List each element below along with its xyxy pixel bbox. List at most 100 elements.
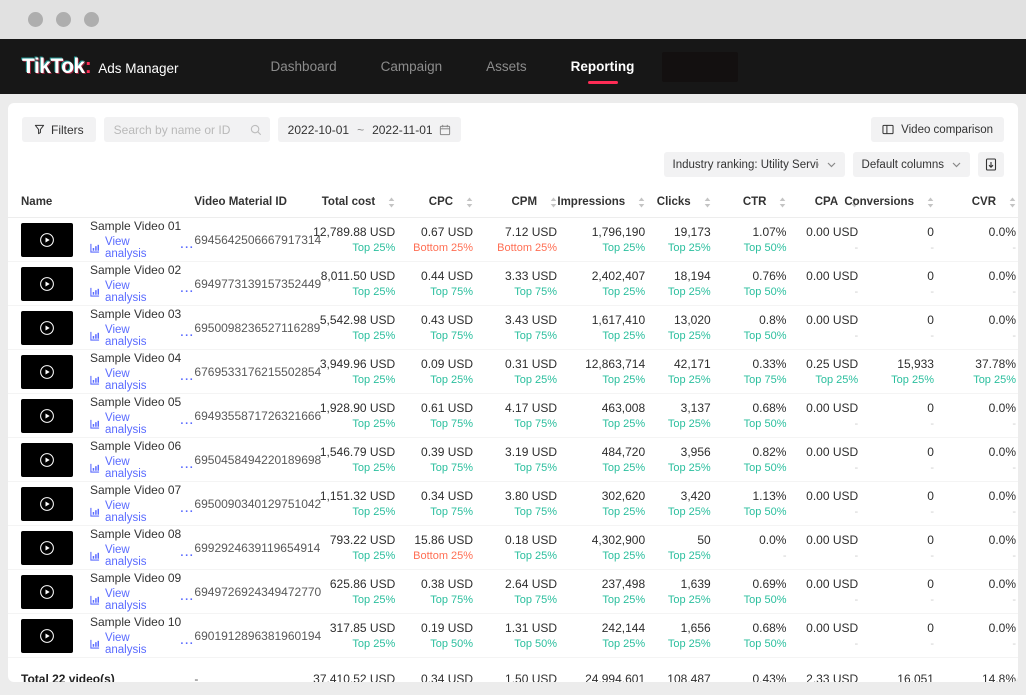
- metric-rank: Bottom 25%: [413, 242, 474, 254]
- metric-cell: 1.13% Top 50%: [712, 481, 789, 526]
- metric-rank: -: [854, 418, 859, 430]
- view-analysis-link[interactable]: View analysis: [105, 588, 169, 612]
- view-analysis-link[interactable]: View analysis: [105, 412, 169, 436]
- video-thumbnail[interactable]: [21, 398, 73, 433]
- view-analysis-link[interactable]: View analysis: [105, 368, 169, 392]
- column-header-cpc[interactable]: CPC: [397, 189, 476, 218]
- column-header-clicks[interactable]: Clicks: [647, 189, 713, 218]
- metric-cell: 0.39 USD Top 75%: [397, 437, 476, 482]
- view-analysis-link[interactable]: View analysis: [105, 280, 169, 304]
- video-thumbnail[interactable]: [21, 530, 73, 565]
- tiktok-logo: TikTok:: [22, 54, 92, 78]
- column-header-total-cost[interactable]: Total cost: [303, 189, 398, 218]
- view-analysis-link[interactable]: View analysis: [105, 500, 169, 524]
- play-icon: [38, 583, 56, 601]
- view-analysis-link[interactable]: View analysis: [105, 324, 169, 348]
- table-row: Sample Video 06 View analysis ··· 695045…: [8, 437, 1018, 482]
- window-close-button[interactable]: [28, 12, 43, 27]
- view-analysis-link[interactable]: View analysis: [105, 632, 169, 656]
- nav-item-reporting[interactable]: Reporting: [571, 49, 635, 84]
- tiktok-ads-manager-logo[interactable]: TikTok: Ads Manager: [22, 55, 179, 79]
- metric-cell: 3.33 USD Top 75%: [475, 261, 560, 306]
- export-report-button[interactable]: [978, 152, 1004, 177]
- metric-value: 3.19 USD: [505, 445, 558, 459]
- more-actions-button[interactable]: ···: [180, 242, 194, 254]
- column-header-conversions[interactable]: Conversions: [844, 189, 936, 218]
- column-header-ctr[interactable]: CTR: [712, 189, 789, 218]
- metric-cell: 463,008 Top 25%: [559, 393, 648, 438]
- metric-rank: Top 75%: [430, 594, 474, 606]
- table-row: Sample Video 09 View analysis ··· 694972…: [8, 569, 1018, 614]
- column-header-cvr[interactable]: CVR: [935, 189, 1018, 218]
- video-report-table: Name Video Material ID Total cost CPC CPM Imp…: [8, 189, 1018, 682]
- sort-icon[interactable]: [638, 197, 645, 208]
- nav-item-dashboard[interactable]: Dashboard: [271, 49, 337, 84]
- video-name: Sample Video 05: [90, 395, 182, 409]
- metric-cell: 15,933 Top 25%: [860, 349, 936, 394]
- video-thumbnail[interactable]: [21, 354, 73, 389]
- industry-ranking-dropdown[interactable]: Industry ranking: Utility Service: [663, 152, 845, 177]
- search-input[interactable]: Search by name or ID: [103, 117, 270, 142]
- video-comparison-button[interactable]: Video comparison: [871, 117, 1004, 142]
- columns-dropdown[interactable]: Default columns: [852, 152, 970, 177]
- view-analysis-link[interactable]: View analysis: [105, 236, 169, 260]
- more-actions-button[interactable]: ···: [180, 374, 194, 386]
- metric-cell: 1,639 Top 25%: [647, 569, 713, 614]
- more-actions-button[interactable]: ···: [180, 418, 194, 430]
- footer-total-value: 1.50 USD: [475, 657, 560, 682]
- sort-icon[interactable]: [1009, 197, 1016, 208]
- table-row: Sample Video 08 View analysis ··· 699292…: [8, 525, 1018, 570]
- more-actions-button[interactable]: ···: [180, 550, 194, 562]
- more-actions-button[interactable]: ···: [180, 330, 194, 342]
- sort-icon[interactable]: [779, 197, 786, 208]
- more-actions-button[interactable]: ···: [180, 506, 194, 518]
- sort-icon[interactable]: [466, 197, 473, 208]
- metric-rank: -: [854, 638, 859, 650]
- window-maximize-button[interactable]: [84, 12, 99, 27]
- sort-icon[interactable]: [704, 197, 711, 208]
- metric-rank: Top 25%: [602, 418, 646, 430]
- play-icon: [38, 539, 56, 557]
- video-thumbnail[interactable]: [21, 486, 73, 521]
- metric-rank: Top 50%: [743, 506, 787, 518]
- metric-value: 0.00 USD: [806, 401, 859, 415]
- video-material-id: 6949355871726321666: [194, 393, 321, 438]
- window-minimize-button[interactable]: [56, 12, 71, 27]
- column-label: Video Material ID: [194, 196, 287, 208]
- column-header-cpm[interactable]: CPM: [475, 189, 560, 218]
- sort-icon[interactable]: [388, 197, 395, 208]
- metric-value: 0.0%: [988, 489, 1016, 503]
- video-name: Sample Video 09: [90, 571, 182, 585]
- column-header-impressions[interactable]: Impressions: [557, 189, 648, 218]
- view-analysis-link[interactable]: View analysis: [105, 456, 169, 480]
- view-analysis-link[interactable]: View analysis: [105, 544, 169, 568]
- filters-button[interactable]: Filters: [22, 117, 96, 142]
- column-label: Total cost: [321, 196, 376, 208]
- metric-cell: 0-: [860, 437, 936, 482]
- nav-item-assets[interactable]: Assets: [486, 49, 527, 84]
- metric-cell: 0-: [860, 481, 936, 526]
- more-actions-button[interactable]: ···: [180, 462, 194, 474]
- video-thumbnail[interactable]: [21, 574, 73, 609]
- nav-item-campaign[interactable]: Campaign: [381, 49, 443, 84]
- video-thumbnail[interactable]: [21, 442, 73, 477]
- column-header-name: Name: [8, 189, 195, 218]
- video-name: Sample Video 03: [90, 307, 182, 321]
- sort-icon[interactable]: [927, 197, 934, 208]
- metric-rank: -: [930, 242, 934, 254]
- video-name: Sample Video 04: [90, 351, 182, 365]
- video-thumbnail[interactable]: [21, 222, 73, 257]
- date-range-picker[interactable]: 2022-10-01 ~ 2022-11-01: [277, 117, 461, 142]
- sort-icon[interactable]: [550, 197, 557, 208]
- footer-total-label: Total 22 video(s): [8, 657, 195, 682]
- more-actions-button[interactable]: ···: [180, 638, 194, 650]
- more-actions-button[interactable]: ···: [180, 594, 194, 606]
- metric-cell: 0.82% Top 50%: [712, 437, 789, 482]
- metric-cell: 37.78% Top 25%: [935, 349, 1018, 394]
- video-thumbnail[interactable]: [21, 266, 73, 301]
- column-label: Impressions: [557, 196, 626, 208]
- video-thumbnail[interactable]: [21, 618, 73, 653]
- more-actions-button[interactable]: ···: [180, 286, 194, 298]
- metric-cell: 0.31 USD Top 25%: [475, 349, 560, 394]
- video-thumbnail[interactable]: [21, 310, 73, 345]
